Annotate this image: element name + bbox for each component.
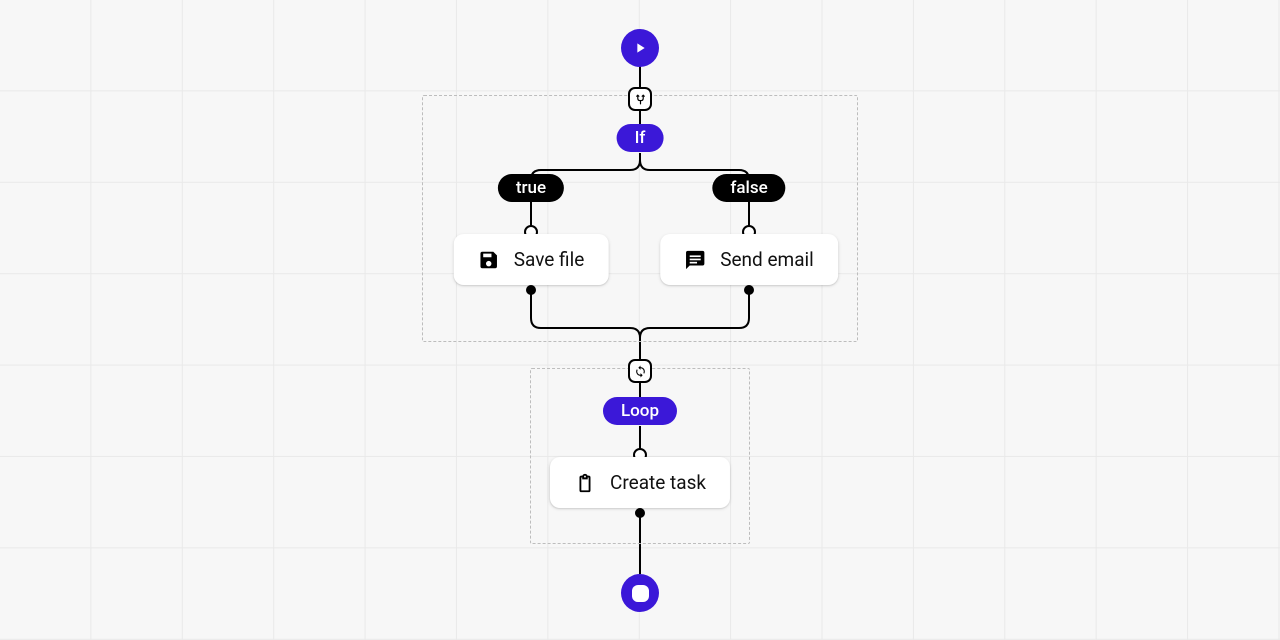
if-node[interactable]: If [617,124,664,152]
play-icon [632,40,648,56]
false-branch-label: false [712,174,785,202]
end-node[interactable] [621,574,659,612]
create-task-node[interactable]: Create task [550,457,730,508]
send-email-node[interactable]: Send email [660,234,838,285]
start-node[interactable] [621,29,659,67]
save-icon [478,249,500,271]
save-file-label: Save file [514,248,585,271]
create-task-output-port[interactable] [635,508,645,518]
workflow-canvas[interactable]: If true false Save file Send email Loop … [0,0,1280,640]
send-email-output-port[interactable] [744,285,754,295]
clipboard-icon [574,472,596,494]
save-file-output-port[interactable] [526,285,536,295]
stop-icon [632,585,649,602]
message-icon [684,249,706,271]
branch-icon-box[interactable] [628,87,652,111]
loop-icon [634,365,647,378]
true-branch-label: true [498,174,564,202]
loop-node[interactable]: Loop [603,397,677,425]
loop-icon-box[interactable] [628,359,652,383]
send-email-label: Send email [720,248,814,271]
create-task-label: Create task [610,471,706,494]
branch-icon [634,93,647,106]
save-file-node[interactable]: Save file [454,234,609,285]
